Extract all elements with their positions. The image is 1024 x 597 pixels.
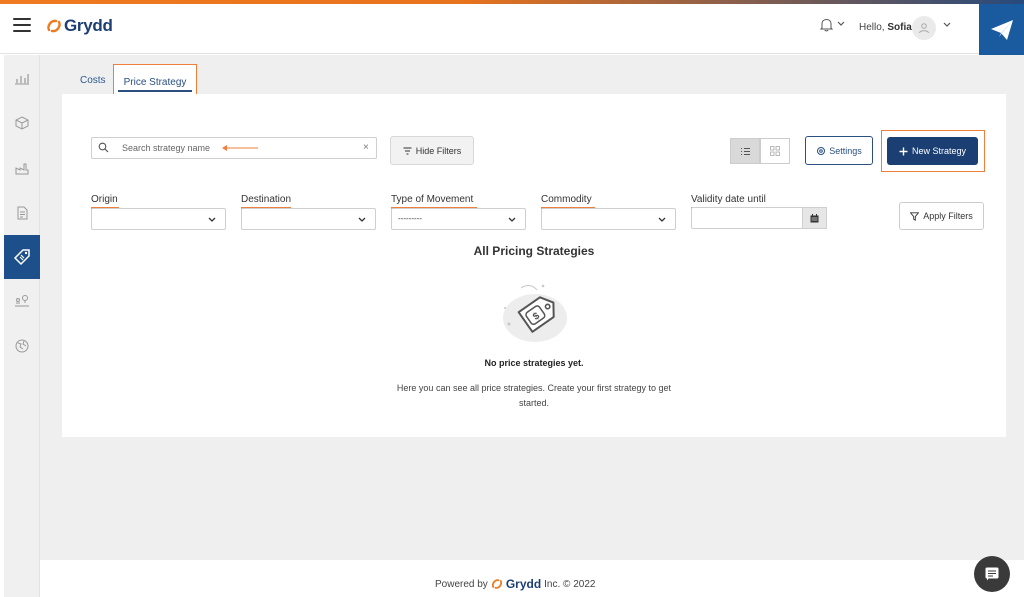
factory-icon (15, 163, 29, 175)
validity-date-input[interactable] (691, 207, 803, 229)
empty-state-illustration: $ (503, 284, 567, 342)
user-name: Sofia (887, 22, 912, 33)
grid-view-icon (770, 146, 780, 156)
chevron-down-icon (658, 217, 666, 222)
funnel-icon (910, 211, 920, 221)
clear-search-button[interactable]: × (363, 142, 369, 153)
settings-button[interactable]: Settings (805, 136, 873, 165)
globe-icon (15, 339, 29, 353)
hide-filters-button[interactable]: Hide Filters (390, 136, 474, 165)
tab-costs[interactable]: Costs (80, 75, 106, 86)
map-pin-icon (15, 295, 29, 307)
sidebar-item-warehouse[interactable] (4, 150, 40, 186)
new-strategy-label: New Strategy (911, 146, 967, 156)
sidebar-item-analytics[interactable] (4, 60, 40, 96)
chevron-down-icon (358, 217, 366, 222)
list-title: All Pricing Strategies (473, 244, 595, 258)
list-view-button[interactable] (730, 138, 760, 164)
filter-icon (403, 147, 412, 154)
send-icon (990, 19, 1013, 40)
commodity-label: Commodity (541, 194, 592, 205)
search-icon (98, 142, 109, 153)
origin-label: Origin (91, 194, 118, 205)
annotation-arrow (222, 145, 258, 151)
type-of-movement-value: --------- (398, 214, 422, 223)
list-view-icon (740, 147, 750, 155)
plus-icon (899, 147, 908, 155)
box-icon (15, 116, 29, 130)
calendar-icon (810, 213, 819, 222)
origin-select[interactable] (91, 208, 226, 230)
date-picker-button[interactable] (802, 207, 827, 229)
chevron-down-icon (208, 217, 216, 222)
document-icon (17, 206, 28, 220)
chevron-down-icon (508, 217, 516, 222)
grydd-logo-icon (47, 19, 61, 33)
brand-name: Grydd (64, 16, 113, 35)
sidebar (4, 55, 40, 597)
grid-view-button[interactable] (760, 138, 790, 164)
sidebar-item-inventory[interactable] (4, 105, 40, 141)
footer-prefix: Powered by (435, 578, 488, 590)
sidebar-item-tracking[interactable] (4, 283, 40, 319)
chat-button[interactable] (974, 556, 1010, 592)
empty-state-title: No price strategies yet. (484, 358, 584, 368)
user-greeting: Hello, Sofia (859, 22, 912, 33)
active-tab-indicator (118, 90, 192, 92)
apply-filters-button[interactable]: Apply Filters (899, 202, 984, 230)
greeting-prefix: Hello, (859, 22, 885, 33)
settings-label: Settings (829, 145, 862, 156)
avatar[interactable] (912, 16, 936, 40)
menu-icon[interactable] (13, 18, 31, 32)
sidebar-item-documents[interactable] (4, 195, 40, 231)
chat-icon (985, 567, 999, 581)
tab-price-strategy-label: Price Strategy (123, 76, 187, 88)
chevron-down-icon[interactable] (836, 18, 846, 28)
type-of-movement-select[interactable]: --------- (391, 208, 526, 230)
apply-filters-label: Apply Filters (923, 211, 973, 221)
footer-credit: Powered by Grydd Inc. © 2022 (435, 577, 595, 591)
empty-state-description: Here you can see all price strategies. C… (396, 383, 672, 408)
footer-brand: Grydd (505, 577, 542, 591)
send-button[interactable] (979, 4, 1024, 55)
validity-date-label: Validity date until (691, 194, 766, 205)
destination-select[interactable] (241, 208, 376, 230)
destination-label: Destination (241, 194, 292, 205)
footer-suffix: Inc. © 2022 (544, 578, 596, 590)
commodity-select[interactable] (541, 208, 676, 230)
user-icon (919, 23, 929, 34)
hide-filters-label: Hide Filters (415, 145, 462, 156)
grydd-logo-icon (491, 579, 502, 589)
new-strategy-button[interactable]: New Strategy (887, 137, 978, 165)
chevron-down-icon[interactable] (942, 19, 952, 29)
bell-icon[interactable] (820, 18, 833, 32)
gear-icon (817, 146, 826, 155)
brand-logo[interactable]: Grydd (46, 15, 113, 37)
chart-icon (15, 74, 29, 85)
type-of-movement-label: Type of Movement (391, 194, 474, 205)
